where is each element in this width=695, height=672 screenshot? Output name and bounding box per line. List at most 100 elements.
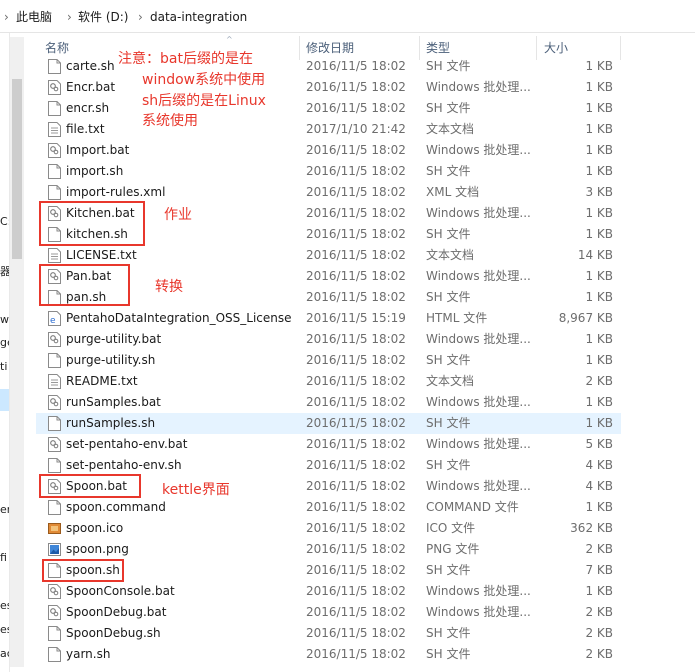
nav-fragment[interactable]: C:	[0, 215, 9, 228]
file-date: 2016/11/5 18:02	[306, 479, 406, 493]
file-row[interactable]: SpoonDebug.bat 2016/11/5 18:02 Windows 批处理…	[36, 602, 621, 623]
file-date: 2016/11/5 18:02	[306, 626, 406, 640]
file-name: set-pentaho-env.bat	[66, 437, 188, 451]
scrollbar-thumb[interactable]	[12, 79, 22, 259]
file-icon	[48, 500, 61, 515]
nav-fragment[interactable]: ti	[0, 360, 7, 373]
nav-fragment[interactable]: ge	[0, 336, 9, 349]
file-row[interactable]: spoon.command 2016/11/5 18:02 COMMAND 文件 1 …	[36, 497, 621, 518]
nav-fragment[interactable]: ac	[0, 647, 9, 660]
file-date: 2016/11/5 18:02	[306, 521, 406, 535]
file-row[interactable]: spoon.ico 2016/11/5 18:02 ICO 文件 362 KB	[36, 518, 621, 539]
file-row[interactable]: spoon.png 2016/11/5 18:02 PNG 文件 2 KB	[36, 539, 621, 560]
file-type: SH 文件	[426, 458, 471, 472]
annotation-note-line-4: 系统使用	[142, 113, 198, 129]
batch-file-icon	[48, 80, 61, 95]
file-row[interactable]: runSamples.sh 2016/11/5 18:02 SH 文件 1 KB	[36, 413, 621, 434]
file-row[interactable]: set-pentaho-env.bat 2016/11/5 18:02 Window…	[36, 434, 621, 455]
file-date: 2016/11/5 18:02	[306, 605, 406, 619]
file-row[interactable]: set-pentaho-env.sh 2016/11/5 18:02 SH 文件 4 …	[36, 455, 621, 476]
file-name: purge-utility.bat	[66, 332, 162, 346]
svg-text:e: e	[50, 316, 56, 326]
nav-fragment[interactable]: es	[0, 623, 9, 636]
file-date: 2016/11/5 18:02	[306, 269, 406, 283]
sort-ascending-icon: ^	[226, 35, 233, 44]
file-row[interactable]: runSamples.bat 2016/11/5 18:02 Windows 批处理…	[36, 392, 621, 413]
file-row[interactable]: Encr.bat 2016/11/5 18:02 Windows 批处理... 1 K…	[36, 77, 621, 98]
file-size: 1 KB	[585, 395, 613, 409]
file-type: 文本文档	[426, 374, 475, 388]
file-date: 2016/11/5 18:02	[306, 374, 406, 388]
file-name: spoon.png	[66, 542, 129, 556]
file-date: 2016/11/5 18:02	[306, 500, 406, 514]
file-type: SH 文件	[426, 416, 471, 430]
file-row[interactable]: SpoonDebug.sh 2016/11/5 18:02 SH 文件 2 KB	[36, 623, 621, 644]
file-type: SH 文件	[426, 101, 471, 115]
file-name: purge-utility.sh	[66, 353, 156, 367]
file-size: 14 KB	[577, 248, 613, 262]
nav-fragment[interactable]: 器	[0, 263, 9, 279]
file-name: import.sh	[66, 164, 124, 178]
file-row[interactable]: yarn.sh 2016/11/5 18:02 SH 文件 2 KB	[36, 644, 621, 665]
file-size: 2 KB	[585, 374, 613, 388]
file-date: 2016/11/5 18:02	[306, 185, 406, 199]
file-row[interactable]: import-rules.xml 2016/11/5 18:02 XML 文档 3 K…	[36, 182, 621, 203]
file-date: 2016/11/5 18:02	[306, 332, 406, 346]
file-type: Windows 批处理...	[426, 143, 531, 157]
file-type: HTML 文件	[426, 311, 488, 325]
file-row[interactable]: file.txt 2017/1/10 21:42 文本文档 1 KB	[36, 119, 621, 140]
batch-file-icon	[48, 332, 61, 347]
nav-fragment[interactable]: er	[0, 503, 9, 516]
file-row[interactable]: README.txt 2016/11/5 18:02 文本文档 2 KB	[36, 371, 621, 392]
file-list[interactable]: carte.sh 2016/11/5 18:02 SH 文件 1 KB Encr.bat…	[36, 56, 695, 672]
file-size: 2 KB	[585, 647, 613, 661]
annotation-kitchen: 作业	[164, 207, 192, 223]
file-icon	[48, 416, 61, 431]
file-type: PNG 文件	[426, 542, 480, 556]
file-date: 2016/11/5 18:02	[306, 164, 406, 178]
breadcrumb-this-pc[interactable]: 此电脑	[16, 9, 52, 25]
file-size: 1 KB	[585, 269, 613, 283]
file-type: SH 文件	[426, 353, 471, 367]
nav-fragment[interactable]: fi	[0, 551, 7, 564]
annotation-box-spoon-bat	[39, 474, 141, 498]
file-name: set-pentaho-env.sh	[66, 458, 182, 472]
chevron-right-icon[interactable]: ›	[67, 9, 72, 25]
file-type: Windows 批处理...	[426, 437, 531, 451]
navigation-selected-item[interactable]	[0, 389, 9, 411]
file-row[interactable]: SpoonConsole.bat 2016/11/5 18:02 Windows 批…	[36, 581, 621, 602]
file-row[interactable]: LICENSE.txt 2016/11/5 18:02 文本文档 14 KB	[36, 245, 621, 266]
file-size: 1 KB	[585, 80, 613, 94]
navigation-pane[interactable]: C: 器 w ge ti er fi es es ac	[0, 33, 10, 672]
file-name: SpoonDebug.bat	[66, 605, 167, 619]
file-date: 2016/11/5 18:02	[306, 227, 406, 241]
file-size: 1 KB	[585, 101, 613, 115]
nav-fragment[interactable]: w	[0, 313, 9, 326]
file-date: 2016/11/5 18:02	[306, 542, 406, 556]
file-type: Windows 批处理...	[426, 605, 531, 619]
file-date: 2016/11/5 18:02	[306, 647, 406, 661]
file-date: 2016/11/5 15:19	[306, 311, 406, 325]
breadcrumb-drive-d[interactable]: 软件 (D:)	[78, 9, 128, 25]
file-icon	[48, 59, 61, 74]
file-date: 2016/11/5 18:02	[306, 584, 406, 598]
file-row[interactable]: purge-utility.bat 2016/11/5 18:02 Windows …	[36, 329, 621, 350]
breadcrumb-data-integration[interactable]: data-integration	[150, 9, 247, 25]
annotation-note-line-2: window系统中使用	[142, 72, 266, 88]
annotation-note-line-1: 注意：bat后缀的是在	[118, 51, 253, 67]
file-date: 2016/11/5 18:02	[306, 143, 406, 157]
file-icon	[48, 626, 61, 641]
file-row[interactable]: purge-utility.sh 2016/11/5 18:02 SH 文件 1 KB	[36, 350, 621, 371]
address-bar[interactable]: › 此电脑 › 软件 (D:) › data-integration	[0, 0, 695, 33]
file-row[interactable]: e PentahoDataIntegration_OSS_License... 20…	[36, 308, 621, 329]
file-type: 文本文档	[426, 248, 475, 262]
file-row[interactable]: import.sh 2016/11/5 18:02 SH 文件 1 KB	[36, 161, 621, 182]
nav-scrollbar[interactable]	[10, 37, 24, 667]
text-file-icon	[48, 374, 61, 389]
chevron-right-icon[interactable]: ›	[138, 9, 143, 25]
file-row[interactable]: encr.sh 2016/11/5 18:02 SH 文件 1 KB	[36, 98, 621, 119]
file-date: 2016/11/5 18:02	[306, 416, 406, 430]
nav-fragment[interactable]: es	[0, 599, 9, 612]
file-size: 1 KB	[585, 290, 613, 304]
file-row[interactable]: Import.bat 2016/11/5 18:02 Windows 批处理... 1…	[36, 140, 621, 161]
